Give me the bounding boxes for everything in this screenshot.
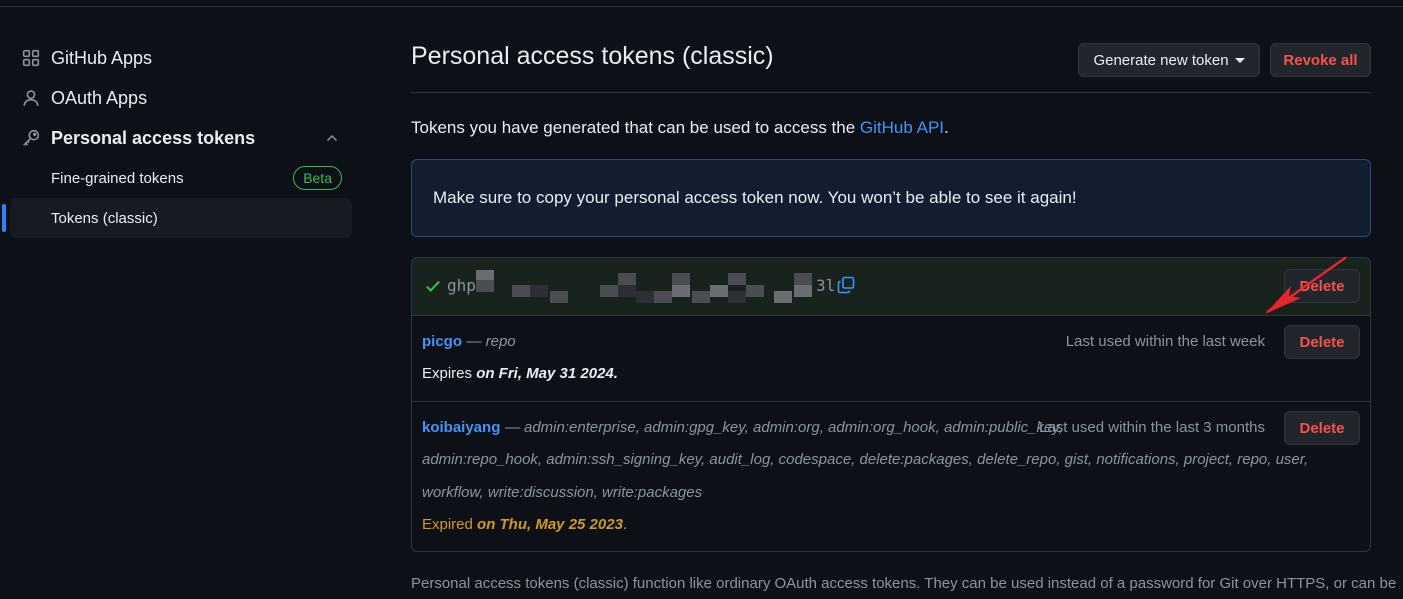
token-scopes-value: repo <box>485 333 516 350</box>
expiration-prefix: Expires <box>422 365 477 382</box>
token-title-line: koibaiyang — admin:enterprise, admin:gpg… <box>422 419 1063 437</box>
top-border <box>0 0 1403 7</box>
token-scopes-continued: admin:repo_hook, admin:ssh_signing_key, … <box>422 451 1309 468</box>
sidebar-item-fine-grained-tokens[interactable]: Fine-grained tokens Beta <box>10 158 352 198</box>
main-content: Personal access tokens (classic) Generat… <box>411 38 1396 592</box>
caret-down-icon <box>1234 57 1245 63</box>
token-suffix: 3l <box>816 276 836 295</box>
sidebar-item-tokens-classic[interactable]: Tokens (classic) <box>2 198 352 238</box>
intro-text-body: Tokens you have generated that can be us… <box>411 118 860 137</box>
beta-badge: Beta <box>293 166 342 190</box>
sidebar-item-personal-access-tokens[interactable]: Personal access tokens <box>10 118 352 158</box>
key-icon <box>21 128 41 148</box>
last-used-text: Last used within the last week <box>1065 333 1265 350</box>
token-row: picgo — repo Last used within the last w… <box>412 316 1370 402</box>
delete-token-button[interactable]: Delete <box>1284 325 1360 359</box>
token-scopes: — repo <box>466 333 516 350</box>
token-title-line: picgo — repo <box>422 333 516 351</box>
copy-token-flash-notice: Make sure to copy your personal access t… <box>411 159 1371 237</box>
page-title: Personal access tokens (classic) <box>411 42 774 70</box>
token-name-link[interactable]: picgo <box>422 333 462 350</box>
token-prefix: ghp <box>447 276 476 295</box>
flash-message: Make sure to copy your personal access t… <box>433 188 1077 207</box>
token-scopes: — admin:enterprise, admin:gpg_key, admin… <box>504 419 1063 436</box>
expiration-end: . <box>622 516 628 533</box>
last-used-text: Last used within the last 3 months <box>1039 419 1265 436</box>
github-api-link[interactable]: GitHub API <box>860 118 944 137</box>
delete-token-button[interactable]: Delete <box>1284 411 1360 445</box>
token-list: ghp 3l Delete picgo — repo Last used wit… <box>411 257 1371 552</box>
sidebar-item-label: GitHub Apps <box>51 47 153 68</box>
expiration-end: . <box>613 365 618 382</box>
sidebar-item-label: Personal access tokens <box>51 127 256 148</box>
expiration-prefix: Expired <box>422 516 478 533</box>
expiration-date: on Fri, May 31 2024 <box>476 365 614 382</box>
sidebar-item-oauth-apps[interactable]: OAuth Apps <box>10 78 352 118</box>
token-scopes-value: admin:enterprise, admin:gpg_key, admin:o… <box>523 419 1063 436</box>
footer-description: Personal access tokens (classic) functio… <box>411 575 1397 592</box>
generate-new-token-button[interactable]: Generate new token <box>1078 43 1260 77</box>
chevron-up-icon[interactable] <box>324 130 340 146</box>
sidebar-item-github-apps[interactable]: GitHub Apps <box>10 38 352 78</box>
page-header: Personal access tokens (classic) Generat… <box>411 38 1371 93</box>
expiration-date: on Thu, May 25 2023 <box>477 516 623 533</box>
person-icon <box>21 88 41 108</box>
apps-icon <box>21 48 41 68</box>
intro-text-end: . <box>944 118 949 137</box>
sidebar-item-label: OAuth Apps <box>51 87 148 108</box>
sidebar-item-label: Tokens (classic) <box>51 209 158 227</box>
intro-text: Tokens you have generated that can be us… <box>411 118 949 138</box>
expiration-text: Expires on Fri, May 31 2024. <box>422 365 618 382</box>
sidebar-item-label: Fine-grained tokens <box>51 169 184 187</box>
new-token-row: ghp 3l Delete <box>412 258 1370 316</box>
revoke-all-button[interactable]: Revoke all <box>1270 43 1371 77</box>
expiration-text: Expired on Thu, May 25 2023. <box>422 516 627 533</box>
token-scopes-continued: workflow, write:discussion, write:packag… <box>422 484 703 501</box>
settings-sidebar: GitHub Apps OAuth Apps Personal access t… <box>2 38 352 238</box>
copy-icon[interactable] <box>836 275 856 295</box>
check-icon <box>426 280 440 292</box>
red-arrow-annotation-icon <box>1265 256 1347 314</box>
token-name-link[interactable]: koibaiyang <box>422 419 500 436</box>
token-row: koibaiyang — admin:enterprise, admin:gpg… <box>412 402 1370 551</box>
generate-new-token-label: Generate new token <box>1093 51 1229 69</box>
